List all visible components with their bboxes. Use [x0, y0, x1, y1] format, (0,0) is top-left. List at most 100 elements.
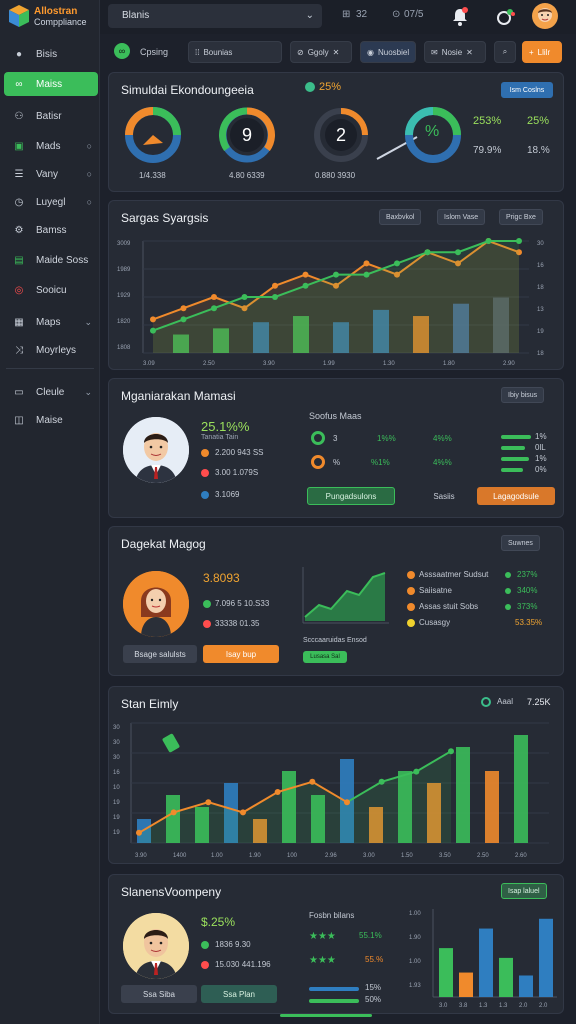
clock-icon[interactable]: ⊙ [392, 9, 400, 20]
chart-bar [499, 957, 513, 997]
panel-dagekat: Dagekat Magog Suwnes 3.8093 7.096 5 10.S… [108, 526, 564, 676]
bell-icon[interactable] [450, 6, 470, 28]
share-button[interactable]: ◉ Nuosbiel [360, 41, 416, 63]
dagekat-grey-button[interactable]: Bsage salulsts [123, 645, 197, 663]
new-button[interactable]: + Llilr [522, 41, 562, 63]
sidebar-item-7[interactable]: ▤ Maide Soss [4, 248, 98, 272]
sidebar-item-8[interactable]: ◎ Sooicu [4, 278, 98, 302]
manager-link-button[interactable]: Sasiis [419, 487, 469, 505]
list-icon: ☰ [14, 168, 24, 180]
stan-chart: 30 30 30 16 10 19 19 19 3.90 1400 1.00 1.90 100 2.96 3… [113, 722, 549, 859]
circle-icon: ● [15, 48, 23, 60]
dagekat-button[interactable]: Suwnes [501, 535, 540, 551]
sidebar-item-9[interactable]: ▦ Maps ⌄ [4, 310, 98, 334]
sidebar-item-12[interactable]: ◫ Maise [4, 408, 98, 432]
x-tick-label: 2.60 [515, 853, 527, 859]
chevron-icon: ○ [86, 197, 92, 207]
sidebar-item-0[interactable]: ● Bisis [4, 42, 98, 66]
sidebar-item-4[interactable]: ☰ Vany ○ [4, 162, 98, 186]
sidebar-item-label: Batisr [36, 110, 62, 122]
manager-button[interactable]: Ibiy bisus [501, 387, 545, 403]
data-point [344, 799, 350, 806]
sidebar-item-2[interactable]: ⚇ Batisr [4, 104, 98, 128]
dots-icon: ⁞⁞ [195, 47, 200, 57]
x-tick-label: 1.90 [249, 853, 261, 859]
data-point [302, 271, 309, 278]
app-logo[interactable]: Allostran Comppliance [8, 4, 96, 32]
y-tick-label: 10 [113, 785, 120, 791]
chart-bar [479, 928, 493, 997]
gauge-3-center: 2 [335, 125, 346, 145]
progress-bar [501, 457, 529, 461]
overview-button[interactable]: Ism Coslns [501, 82, 553, 98]
data-point [136, 829, 142, 836]
new-label: Llilr [537, 47, 551, 57]
sidebar-item-1[interactable]: ∞ Maiss [4, 72, 98, 96]
smile-icon [407, 619, 415, 627]
plus-icon: + [529, 47, 534, 57]
sidebar-item-6[interactable]: ⚙ Bamss [4, 218, 98, 242]
company-button[interactable]: Isap laluel [501, 883, 547, 899]
sales-btn-2[interactable]: Islom Vase [437, 209, 486, 225]
filter-button[interactable]: ⊘ Ggoly ✕ [290, 41, 352, 63]
mid-row-2-a: % [333, 458, 341, 467]
list-dot-icon [407, 603, 415, 611]
scroll-indicator[interactable] [280, 1014, 372, 1017]
sidebar-item-10[interactable]: ⤨ Moyrleys [4, 338, 98, 362]
stat-1-value: 253% [473, 115, 502, 127]
grid-icon[interactable]: ⊞ [342, 9, 350, 20]
sidebar-item-3[interactable]: ▣ Mads ○ [4, 134, 98, 158]
company-btn-2[interactable]: Ssa Plan [201, 985, 277, 1003]
mail-label: Nosie [441, 47, 463, 57]
right-value-2: 0lL [535, 443, 546, 452]
list-dot-icon [505, 572, 511, 578]
sales-btn-3[interactable]: Prigc Bxe [499, 209, 543, 225]
row-dot-icon [203, 620, 211, 628]
y-tick-label: 13 [537, 307, 544, 313]
sidebar-item-11[interactable]: ▭ Cleule ⌄ [4, 380, 98, 404]
dagekat-orange-button[interactable]: Isay bup [203, 645, 279, 663]
row-dot-icon [201, 491, 209, 499]
sidebar-divider [6, 368, 94, 369]
x-tick-label: 1.3 [499, 1003, 508, 1009]
search-button[interactable]: ⌕ [494, 41, 516, 63]
row-dot-icon [203, 600, 211, 608]
company-btn-1[interactable]: Ssa Siba [121, 985, 197, 1003]
data-point [413, 768, 420, 775]
sales-btn-1[interactable]: Baxbvkol [379, 209, 422, 225]
company-mid-title: Fosbn bilans [309, 911, 355, 920]
manager-orange-button[interactable]: Lagagodsule [477, 487, 555, 505]
right-value-1: 1% [535, 432, 547, 441]
data-point [211, 294, 217, 300]
file-icon: ▤ [14, 254, 24, 266]
panel-manager: Mganiarakan Mamasi Ibiy bisus 25.1%% Tan… [108, 378, 564, 518]
x-tick-label: 1.99 [323, 361, 335, 367]
data-point [150, 327, 156, 334]
dagekat-row-2: 33338 01.35 [215, 619, 260, 628]
context-select[interactable]: Blanis ⌄ [108, 4, 322, 28]
chevron-down-icon: ⌄ [305, 10, 314, 21]
company-mid-value-1: 55.1% [359, 931, 382, 940]
dagekat-avatar [123, 571, 189, 637]
panel-manager-title: Mganiarakan Mamasi [121, 389, 236, 403]
toolbar: ∞ Cpsing ⁞⁞ Bounias ⊘ Ggoly ✕ ◉ Nuosbiel ✉ No… [100, 38, 576, 68]
x-tick-label: 3.8 [459, 1003, 468, 1009]
data-point [240, 809, 246, 816]
link-icon[interactable]: ∞ [114, 43, 130, 59]
sidebar-item-label: Bisis [36, 48, 58, 60]
data-point [394, 260, 400, 267]
dagekat-list-2-value: 340% [517, 586, 538, 595]
notification-icon[interactable] [496, 8, 516, 26]
data-point [272, 282, 278, 289]
user-avatar[interactable] [532, 3, 558, 29]
manager-green-button[interactable]: Pungadsulons [307, 487, 395, 505]
mail-button[interactable]: ✉ Nosie ✕ [424, 41, 486, 63]
dagekat-list-3-value: 373% [517, 602, 538, 611]
list-dot-icon [505, 604, 511, 610]
y-tick-label: 18 [537, 351, 544, 357]
sidebar-item-5[interactable]: ◷ Luyegl ○ [4, 190, 98, 214]
x-tick-label: 2.50 [203, 361, 215, 367]
search-field[interactable]: ⁞⁞ Bounias [188, 41, 282, 63]
dagekat-chart-tag[interactable]: Lusasa Sal [303, 651, 347, 663]
sidebar-item-label: Cleule [36, 386, 65, 398]
